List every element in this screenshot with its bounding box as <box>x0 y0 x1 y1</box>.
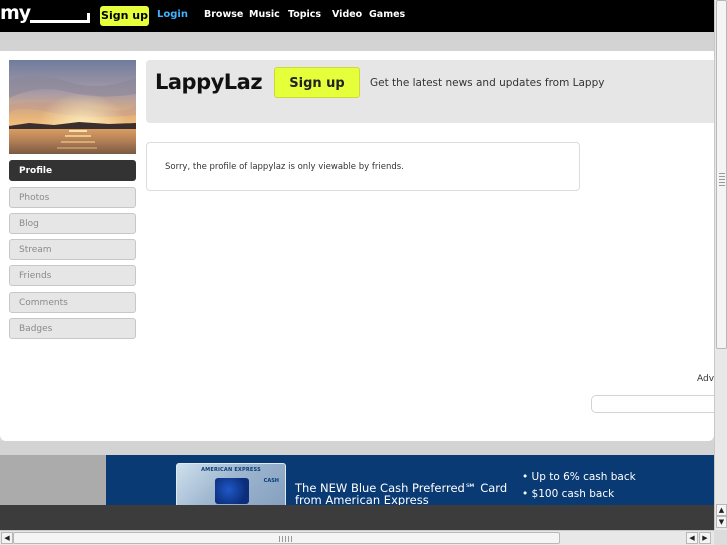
scroll-left-arrow-icon[interactable]: ◀ <box>1 532 13 544</box>
site-logo[interactable]: my <box>0 2 31 24</box>
banner-bullets: • Up to 6% cash back • $100 cash back <box>522 469 636 503</box>
logo-underline <box>30 20 88 23</box>
login-link[interactable]: Login <box>157 9 188 20</box>
scroll-down-arrow-icon[interactable]: ▼ <box>716 516 727 528</box>
sidebar-item-badges[interactable]: Badges <box>9 318 136 339</box>
sidebar-item-label: Badges <box>19 324 53 334</box>
nav-games[interactable]: Games <box>369 9 405 20</box>
scroll-right-arrow-icon[interactable]: ▶ <box>699 532 711 544</box>
banner-left-block <box>0 455 106 505</box>
sidebar-item-label: Comments <box>19 298 68 308</box>
sidebar-item-label: Blog <box>19 219 39 229</box>
profile-photo[interactable] <box>9 60 136 154</box>
sidebar-item-label: Stream <box>19 245 52 255</box>
top-navigation-bar: my Sign up Login Browse Music Topics Vid… <box>0 0 727 32</box>
horizontal-scroll-thumb[interactable] <box>13 532 560 544</box>
advertisement-label: Adv <box>697 374 715 384</box>
vertical-scroll-thumb[interactable] <box>716 0 727 349</box>
sidebar-item-friends[interactable]: Friends <box>9 265 136 286</box>
sidebar-item-label: Friends <box>19 271 52 281</box>
nav-music[interactable]: Music <box>249 9 280 20</box>
grip-line <box>285 536 286 542</box>
grip-line <box>719 173 725 174</box>
bottom-overlay-bar <box>0 505 714 530</box>
header-spacer <box>0 32 714 51</box>
sidebar-item-photos[interactable]: Photos <box>9 187 136 208</box>
footer-spacer <box>0 441 714 455</box>
private-profile-notice: Sorry, the profile of lappylaz is only v… <box>146 142 580 191</box>
notice-text: Sorry, the profile of lappylaz is only v… <box>165 162 404 172</box>
banner-bullet: • Up to 6% cash back <box>522 471 636 483</box>
banner-bullet: • $100 cash back <box>522 488 615 500</box>
grip-line <box>291 536 292 542</box>
sunset-image <box>9 60 136 154</box>
scroll-left-arrow-icon[interactable]: ◀ <box>686 532 698 544</box>
grip-line <box>279 536 280 542</box>
card-centurion-logo <box>215 478 249 504</box>
nav-browse[interactable]: Browse <box>204 9 243 20</box>
advertisement-box[interactable] <box>591 395 715 413</box>
profile-tagline: Get the latest news and updates from Lap… <box>370 77 605 89</box>
sidebar-item-stream[interactable]: Stream <box>9 239 136 260</box>
card-brand-text: AMERICAN EXPRESS <box>201 467 261 473</box>
nav-topics[interactable]: Topics <box>288 9 321 20</box>
grip-line <box>288 536 289 542</box>
scrollbar-corner <box>714 530 727 545</box>
logo-tick <box>87 13 90 23</box>
ad-banner[interactable]: AMERICAN EXPRESS CASH The NEW Blue Cash … <box>106 455 714 505</box>
card-cash-text: CASH <box>263 478 279 484</box>
grip-line <box>719 179 725 180</box>
sidebar-item-profile[interactable]: Profile <box>9 160 136 181</box>
sidebar-item-blog[interactable]: Blog <box>9 213 136 234</box>
horizontal-scrollbar[interactable]: ◀ ◀ ▶ <box>0 530 714 545</box>
sidebar-item-label: Photos <box>19 193 50 203</box>
grip-line <box>719 185 725 186</box>
scroll-up-arrow-icon[interactable]: ▲ <box>716 504 727 516</box>
top-signup-button[interactable]: Sign up <box>100 6 149 26</box>
grip-line <box>282 536 283 542</box>
grip-line <box>719 182 725 183</box>
sidebar-item-label: Profile <box>19 166 53 176</box>
grip-line <box>719 176 725 177</box>
nav-video[interactable]: Video <box>332 9 362 20</box>
sidebar-item-comments[interactable]: Comments <box>9 292 136 313</box>
vertical-scrollbar[interactable]: ▲ ▼ <box>714 0 727 530</box>
profile-username: LappyLaz <box>155 70 263 94</box>
banner-subtitle: from American Express <box>295 493 429 505</box>
profile-header: LappyLaz Sign up Get the latest news and… <box>146 60 714 123</box>
credit-card-image: AMERICAN EXPRESS CASH <box>176 463 286 505</box>
profile-signup-button[interactable]: Sign up <box>274 67 360 98</box>
